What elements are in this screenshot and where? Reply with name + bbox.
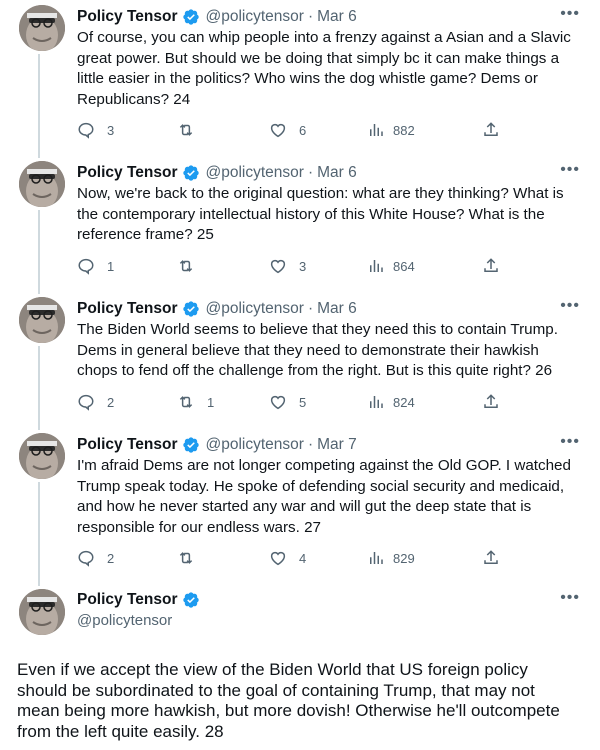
verified-badge-icon [182, 300, 200, 318]
reply-button[interactable]: 3 [77, 119, 114, 141]
tweet-date[interactable]: Mar 7 [317, 436, 357, 454]
views-button[interactable]: 882 [367, 119, 415, 141]
like-button[interactable]: 4 [269, 547, 306, 569]
share-button[interactable] [482, 119, 500, 141]
share-button[interactable] [482, 255, 500, 277]
author-handle[interactable]: @policytensor [206, 300, 304, 318]
separator-dot: · [307, 164, 314, 181]
separator-dot: · [307, 8, 314, 25]
reply-count: 2 [107, 550, 115, 566]
reply-button[interactable]: 1 [77, 255, 114, 277]
avatar[interactable] [19, 433, 65, 479]
like-button[interactable]: 5 [269, 391, 306, 413]
like-icon [269, 549, 287, 567]
views-count: 824 [393, 394, 415, 410]
tweet-text: Now, we're back to the original question… [77, 185, 564, 243]
main-tweet-text: Even if we accept the view of the Biden … [17, 660, 560, 741]
author-handle[interactable]: @policytensor [206, 436, 304, 454]
views-count: 882 [393, 122, 415, 138]
views-icon [367, 393, 385, 411]
like-button[interactable]: 3 [269, 255, 306, 277]
tweet-text: The Biden World seems to believe that th… [77, 321, 558, 379]
tweet-text: I'm afraid Dems are not longer competing… [77, 457, 571, 536]
reply-button[interactable]: 2 [77, 391, 114, 413]
verified-badge-icon [182, 164, 200, 182]
verified-badge-icon [182, 8, 200, 26]
more-options-icon[interactable]: ••• [560, 297, 580, 315]
author-handle[interactable]: @policytensor [206, 164, 304, 182]
views-button[interactable]: 829 [367, 547, 415, 569]
like-count: 3 [299, 258, 307, 274]
share-icon [482, 121, 500, 139]
author-handle[interactable]: @policytensor [206, 8, 304, 26]
more-options-icon[interactable]: ••• [560, 161, 580, 179]
like-icon [269, 393, 287, 411]
reply-count: 3 [107, 122, 115, 138]
like-count: 4 [299, 550, 307, 566]
reply-icon [77, 549, 95, 567]
tweet-date[interactable]: Mar 6 [317, 164, 357, 182]
views-count: 864 [393, 258, 415, 274]
tweet-date[interactable]: Mar 6 [317, 300, 357, 318]
like-button[interactable]: 6 [269, 119, 306, 141]
reply-count: 2 [107, 394, 115, 410]
retweet-icon [177, 121, 195, 139]
like-count: 6 [299, 122, 307, 138]
like-count: 5 [299, 394, 307, 410]
share-icon [482, 393, 500, 411]
avatar[interactable] [19, 161, 65, 207]
verified-badge-icon [182, 436, 200, 454]
thread-tweet[interactable]: Policy Tensor @policytensor · Mar 6 ••• … [0, 161, 600, 291]
thread-tweet[interactable]: Policy Tensor @policytensor · Mar 6 ••• … [0, 5, 600, 155]
share-icon [482, 257, 500, 275]
tweet-actions: 1 3 864 [77, 255, 507, 277]
tweet-actions: 3 6 882 [77, 119, 507, 141]
views-count: 829 [393, 550, 415, 566]
reply-count: 1 [107, 258, 115, 274]
author-name[interactable]: Policy Tensor [77, 164, 178, 182]
retweet-icon [177, 549, 195, 567]
verified-badge-icon [182, 591, 200, 609]
share-button[interactable] [482, 391, 500, 413]
avatar[interactable] [19, 589, 65, 635]
reply-icon [77, 393, 95, 411]
tweet-date[interactable]: Mar 6 [317, 8, 357, 26]
thread-tweet[interactable]: Policy Tensor @policytensor · Mar 7 ••• … [0, 433, 600, 583]
views-icon [367, 121, 385, 139]
like-icon [269, 121, 287, 139]
tweet-actions: 2 1 5 824 [77, 391, 507, 413]
like-icon [269, 257, 287, 275]
separator-dot: · [307, 300, 314, 317]
more-options-icon[interactable]: ••• [560, 433, 580, 451]
tweet-text: Of course, you can whip people into a fr… [77, 29, 571, 108]
share-button[interactable] [482, 547, 500, 569]
views-button[interactable]: 864 [367, 255, 415, 277]
author-name[interactable]: Policy Tensor [77, 300, 178, 318]
tweet-actions: 2 4 829 [77, 547, 507, 569]
author-handle[interactable]: @policytensor [77, 612, 580, 629]
retweet-button[interactable]: 1 [177, 391, 214, 413]
thread-tweet[interactable]: Policy Tensor @policytensor · Mar 6 ••• … [0, 297, 600, 427]
author-name[interactable]: Policy Tensor [77, 436, 178, 454]
retweet-button[interactable] [177, 547, 207, 569]
more-options-icon[interactable]: ••• [560, 5, 580, 23]
share-icon [482, 549, 500, 567]
avatar[interactable] [19, 297, 65, 343]
more-options-icon[interactable]: ••• [560, 589, 580, 607]
retweet-button[interactable] [177, 255, 207, 277]
author-name[interactable]: Policy Tensor [77, 591, 178, 609]
reply-button[interactable]: 2 [77, 547, 114, 569]
reply-icon [77, 121, 95, 139]
retweet-icon [177, 393, 195, 411]
reply-icon [77, 257, 95, 275]
views-icon [367, 257, 385, 275]
retweet-count: 1 [207, 394, 215, 410]
author-name[interactable]: Policy Tensor [77, 8, 178, 26]
retweet-button[interactable] [177, 119, 207, 141]
retweet-icon [177, 257, 195, 275]
avatar[interactable] [19, 5, 65, 51]
views-icon [367, 549, 385, 567]
separator-dot: · [307, 436, 314, 453]
views-button[interactable]: 824 [367, 391, 415, 413]
